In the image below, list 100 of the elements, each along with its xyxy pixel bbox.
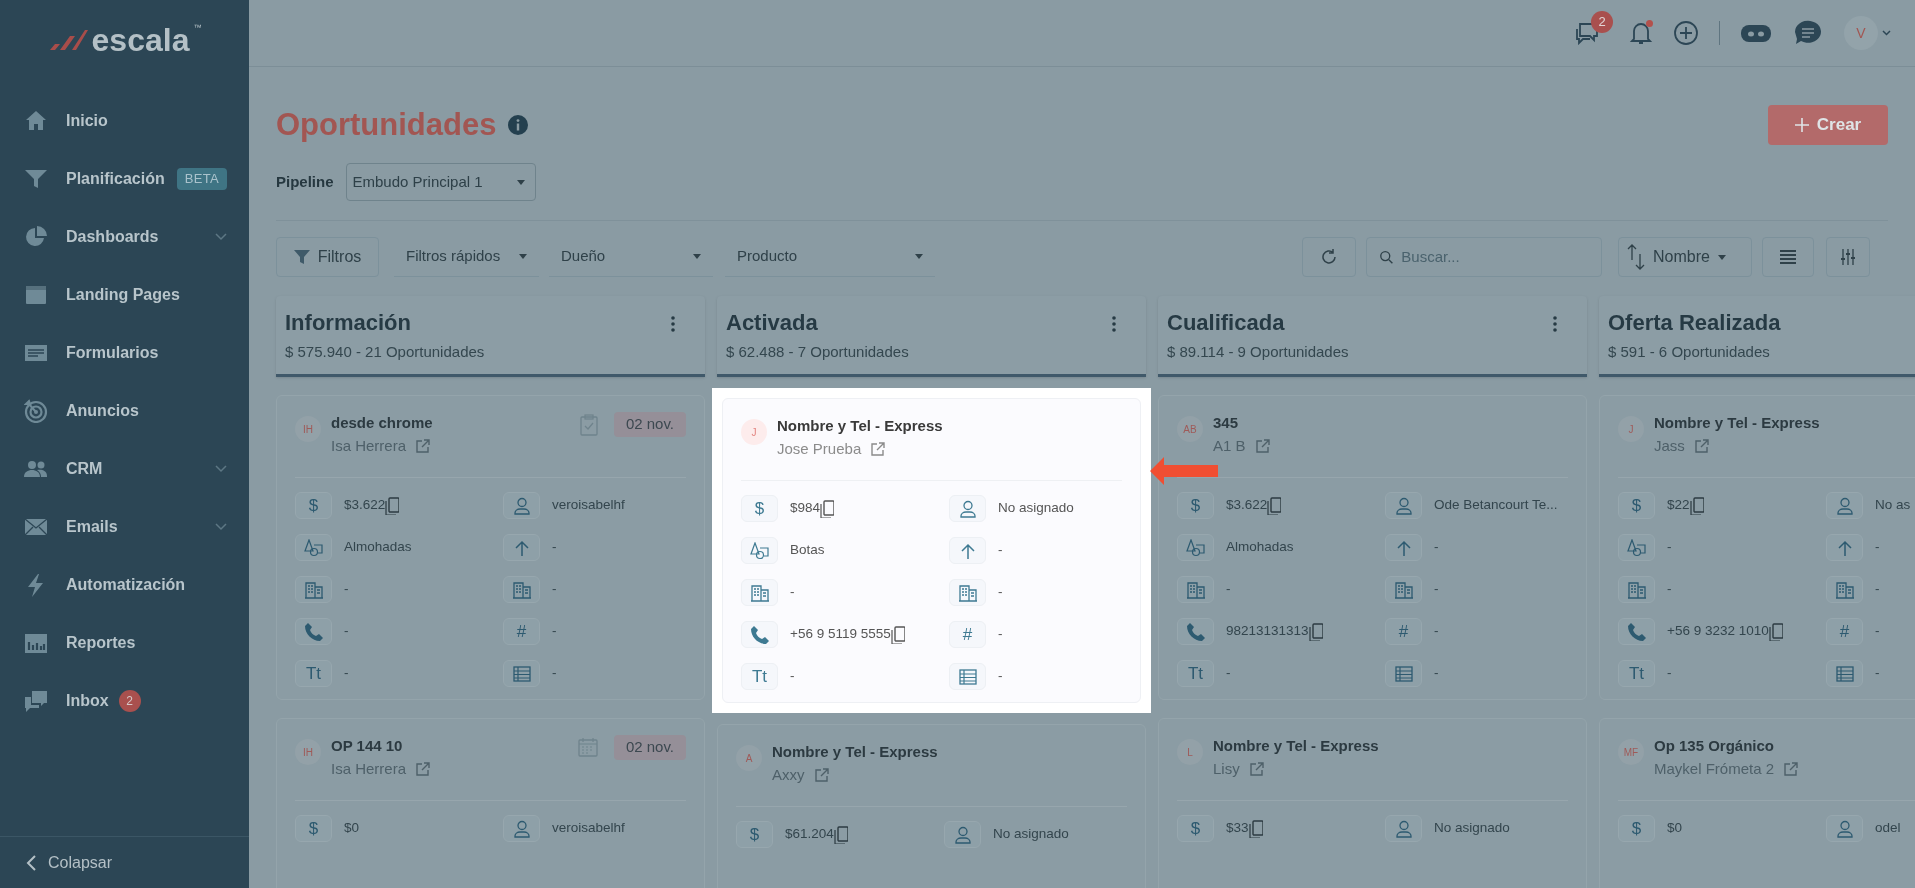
avatar: J — [741, 419, 767, 445]
more-options-icon[interactable] — [1553, 316, 1557, 332]
user-icon — [958, 499, 977, 518]
external-link-icon[interactable] — [416, 761, 431, 776]
sidebar-item[interactable]: Anuncios — [0, 382, 249, 440]
sidebar-item[interactable]: Landing Pages — [0, 266, 249, 324]
caret-icon — [1717, 254, 1726, 260]
opportunity-card[interactable]: IH desde chrome Isa Herrera 02 nov. $ $3.622 veroisabelhf Almohadas - - - - # - Tt - - — [276, 395, 705, 700]
sidebar-item[interactable]: Inicio — [0, 92, 249, 150]
search-input[interactable]: Buscar... — [1401, 245, 1589, 269]
external-link-icon[interactable] — [1249, 761, 1264, 776]
field-value: - — [998, 541, 1003, 560]
owner-select[interactable]: Dueño — [549, 237, 713, 277]
filter-button[interactable]: Filtros — [276, 237, 379, 277]
settings-button[interactable] — [1826, 237, 1870, 277]
copy-icon[interactable] — [1768, 622, 1783, 641]
copy-icon[interactable] — [1308, 622, 1323, 641]
field-value: +56 9 3232 1010 — [1667, 622, 1769, 641]
external-link-icon[interactable] — [871, 441, 886, 456]
opportunity-card[interactable]: J Nombre y Tel - Express Jass $ $22 No as - - - - +56 9 3232 1010 # - Tt - - — [1599, 395, 1915, 700]
contact-link[interactable]: Jass — [1654, 434, 1685, 457]
product-select[interactable]: Producto — [725, 237, 935, 277]
refresh-button[interactable] — [1302, 237, 1356, 277]
robot-icon[interactable] — [1740, 22, 1772, 44]
contact-link[interactable]: Isa Herrera — [331, 757, 407, 780]
sidebar-item[interactable]: Reportes — [0, 614, 249, 672]
external-link-icon[interactable] — [814, 767, 829, 782]
search-field[interactable]: Buscar... — [1366, 237, 1602, 277]
list-view-button[interactable] — [1762, 237, 1814, 277]
copy-icon[interactable] — [1689, 496, 1704, 515]
copy-icon[interactable] — [1267, 496, 1282, 515]
field-value: - — [552, 580, 557, 599]
avatar: L — [1177, 739, 1203, 765]
pipeline-select[interactable]: Embudo Principal 1 — [345, 163, 536, 201]
support-chat-icon[interactable] — [1792, 19, 1824, 47]
contact-link[interactable]: Jose Prueba — [777, 437, 862, 460]
field-value: - — [1875, 622, 1880, 641]
external-link-icon[interactable] — [416, 438, 431, 453]
quick-filter-select[interactable]: Filtros rápidos — [394, 237, 539, 277]
field-value: No asignado — [1434, 819, 1510, 838]
opportunity-card[interactable]: L Nombre y Tel - Express Lisy $ $33 No asignado — [1158, 718, 1587, 888]
opportunity-card[interactable]: MF Op 135 Orgánico Maykel Frómeta 2 $ $0 odel — [1599, 718, 1915, 888]
sidebar-item[interactable]: Automatización — [0, 556, 249, 614]
external-link-icon[interactable] — [1784, 761, 1799, 776]
field-glyph: Tt — [751, 668, 768, 685]
sidebar-item[interactable]: Dashboards — [0, 208, 249, 266]
external-link-icon[interactable] — [1255, 438, 1270, 453]
more-options-icon[interactable] — [671, 316, 675, 332]
field-value: - — [552, 622, 557, 641]
field-value: - — [1434, 538, 1439, 557]
field-value: veroisabelhf — [552, 819, 625, 838]
contact-link[interactable]: Axxy — [772, 763, 805, 786]
sort-select[interactable]: Nombre — [1618, 237, 1752, 277]
sidebar-item[interactable]: Emails — [0, 498, 249, 556]
user-icon — [512, 819, 531, 838]
copy-icon[interactable] — [890, 625, 905, 644]
external-link-icon[interactable] — [1694, 438, 1709, 453]
opportunity-card[interactable]: A Nombre y Tel - Express Axxy $ $61.204 No asignado — [717, 724, 1146, 888]
copy-icon[interactable] — [385, 496, 400, 515]
create-button[interactable]: Crear — [1768, 105, 1888, 145]
opportunity-card[interactable]: AB 345 A1 B $ $3.622 Ode Betancourt Te... Almohadas - - - 98213131313 # - Tt - - — [1158, 395, 1587, 700]
field-value: - — [1875, 538, 1880, 557]
card-title: OP 144 10 — [331, 736, 404, 756]
sidebar-item[interactable]: CRM — [0, 440, 249, 498]
contact-link[interactable]: Maykel Frómeta 2 — [1654, 757, 1775, 780]
copy-icon[interactable] — [1248, 819, 1263, 838]
table-icon — [1835, 665, 1854, 682]
building-icon — [304, 580, 323, 599]
field-value: $61.204 — [785, 825, 834, 844]
contact-link[interactable]: A1 B — [1213, 434, 1246, 457]
sidebar-item[interactable]: Planificación BETA — [0, 150, 249, 208]
home-icon — [24, 109, 48, 133]
user-icon — [1394, 496, 1413, 515]
bell-icon[interactable] — [1629, 20, 1653, 46]
field-value: +56 9 5119 5555 — [790, 625, 891, 644]
field-value: No as — [1875, 496, 1911, 515]
sidebar-item[interactable]: Formularios — [0, 324, 249, 382]
arrow-up-icon — [960, 542, 975, 559]
field-value: - — [790, 667, 795, 686]
sidebar-item[interactable]: Inbox 2 — [0, 672, 249, 730]
chevron-down-icon[interactable] — [1882, 30, 1891, 36]
add-icon[interactable] — [1673, 20, 1699, 46]
info-icon[interactable] — [508, 115, 529, 135]
collapse-button[interactable]: Colapsar — [0, 836, 249, 888]
shapes-icon — [749, 541, 770, 560]
more-options-icon[interactable] — [1112, 316, 1116, 332]
contact-link[interactable]: Isa Herrera — [331, 434, 407, 457]
field-value: - — [1226, 580, 1231, 599]
pipeline-label: Pipeline — [276, 171, 334, 192]
chat-icon[interactable] — [1573, 21, 1601, 45]
contact-link[interactable]: Lisy — [1213, 757, 1240, 780]
target-icon — [24, 399, 48, 423]
table-icon — [1394, 665, 1413, 682]
opportunity-card[interactable]: IH OP 144 10 Isa Herrera 02 nov. $ $0 veroisabelhf — [276, 718, 705, 888]
chevron-down-icon — [215, 465, 227, 473]
opportunity-card[interactable]: J Nombre y Tel - Express Jose Prueba $ $984 No asignado Botas - - - +56 9 5119 5555 # - Tt - - — [722, 398, 1141, 703]
building-icon — [1186, 580, 1205, 599]
field-glyph: Tt — [1187, 665, 1204, 682]
copy-icon[interactable] — [833, 825, 848, 844]
copy-icon[interactable] — [820, 499, 835, 518]
